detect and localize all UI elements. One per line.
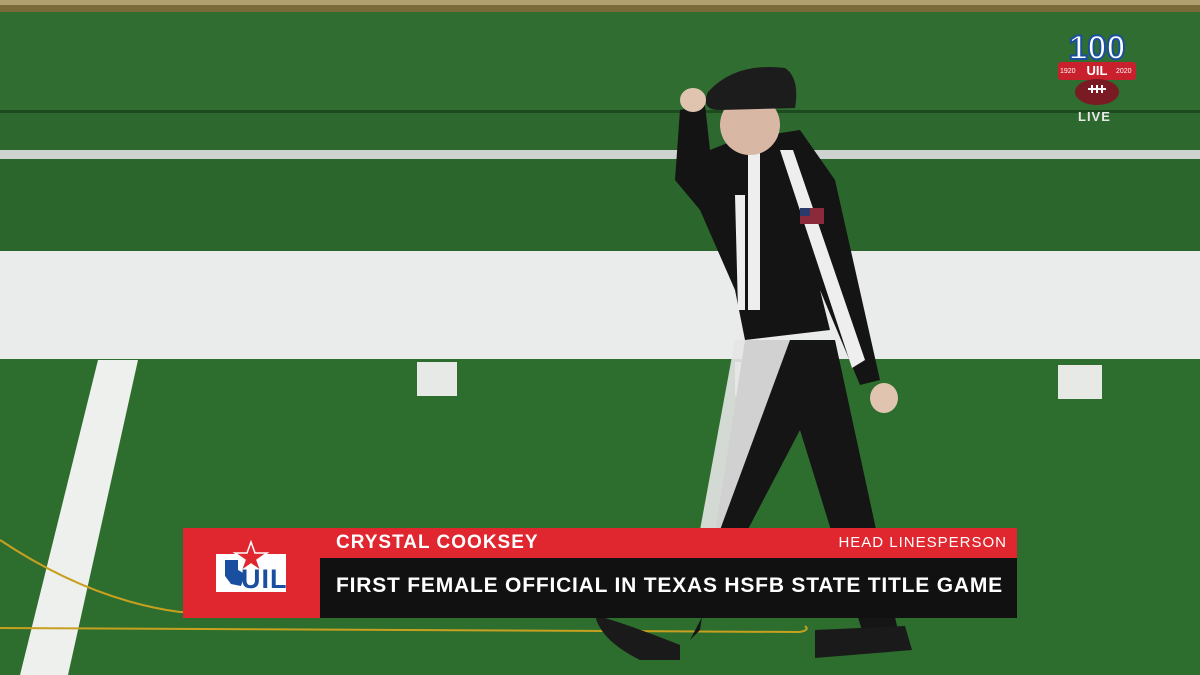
video-frame: 100 UIL 1920 2020 LIVE UIL CRYSTAL COOKS… [0,0,1200,675]
official-role: HEAD LINESPERSON [838,534,1007,551]
uil-100-live-logo: 100 UIL 1920 2020 [1052,29,1142,110]
lower-third-graphic: UIL CRYSTAL COOKSEY HEAD LINESPERSON FIR… [183,528,1017,618]
uil-logo: UIL [183,528,320,618]
logo-year-left: 1920 [1060,68,1076,75]
official-name: CRYSTAL COOKSEY [336,532,539,553]
uil-logo-text: UIL [241,564,288,594]
logo-year-right: 2020 [1116,68,1132,75]
headline-text: FIRST FEMALE OFFICIAL IN TEXAS HSFB STAT… [336,574,1003,597]
live-label: LIVE [1078,109,1111,124]
logo-number: 100 [1068,29,1127,67]
headline-bar: FIRST FEMALE OFFICIAL IN TEXAS HSFB STAT… [320,558,1017,618]
name-bar: CRYSTAL COOKSEY HEAD LINESPERSON [320,528,1017,558]
